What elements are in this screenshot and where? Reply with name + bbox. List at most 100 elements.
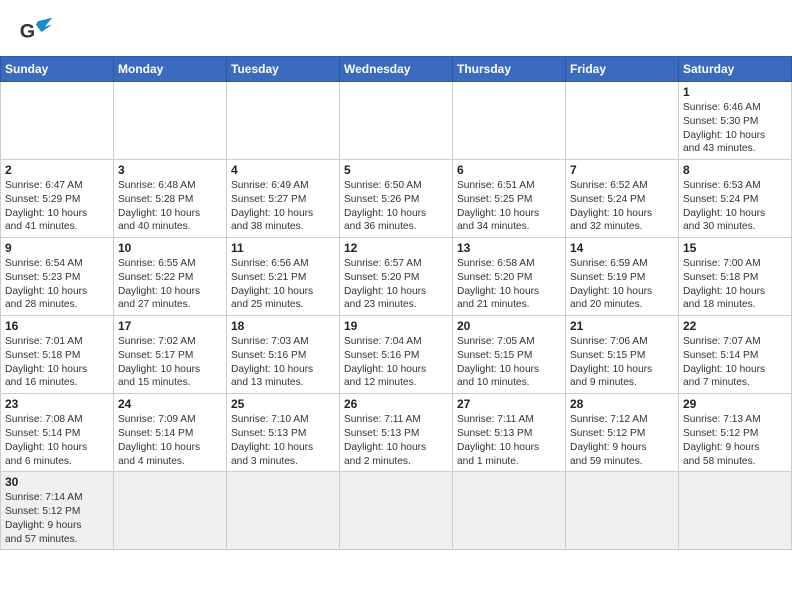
calendar-week-4: 16 Sunrise: 7:01 AM Sunset: 5:18 PM Dayli…: [1, 316, 792, 394]
day-number: 9: [5, 241, 109, 255]
day-number: 14: [570, 241, 674, 255]
calendar-cell: 24Sunrise: 7:09 AM Sunset: 5:14 PM Dayli…: [114, 394, 227, 472]
day-info: Sunrise: 7:13 AM Sunset: 5:12 PM Dayligh…: [683, 413, 787, 468]
calendar-cell: [340, 82, 453, 160]
calendar-cell: 18Sunrise: 7:03 AM Sunset: 5:16 PM Dayli…: [227, 316, 340, 394]
day-number: 26: [344, 397, 448, 411]
page-header: G: [0, 0, 792, 56]
day-number: 23: [5, 397, 109, 411]
day-info: Sunrise: 7:07 AM Sunset: 5:14 PM Dayligh…: [683, 335, 787, 390]
day-info: Sunrise: 7:09 AM Sunset: 5:14 PM Dayligh…: [118, 413, 222, 468]
day-info: Sunrise: 6:57 AM Sunset: 5:20 PM Dayligh…: [344, 257, 448, 312]
calendar-body: 1 Sunrise: 6:46 AM Sunset: 5:30 PM Daylig…: [1, 82, 792, 550]
logo: G: [18, 14, 60, 50]
day-info: Sunrise: 6:59 AM Sunset: 5:19 PM Dayligh…: [570, 257, 674, 312]
calendar-cell: 16 Sunrise: 7:01 AM Sunset: 5:18 PM Dayli…: [1, 316, 114, 394]
day-info: Sunrise: 7:10 AM Sunset: 5:13 PM Dayligh…: [231, 413, 335, 468]
calendar-cell: [566, 82, 679, 160]
calendar-cell: 30Sunrise: 7:14 AM Sunset: 5:12 PM Dayli…: [1, 472, 114, 550]
day-number: 1: [683, 85, 787, 99]
day-number: 2: [5, 163, 109, 177]
day-number: 19: [344, 319, 448, 333]
calendar-cell: [453, 472, 566, 550]
day-info: Sunrise: 7:02 AM Sunset: 5:17 PM Dayligh…: [118, 335, 222, 390]
calendar-table: SundayMondayTuesdayWednesdayThursdayFrid…: [0, 56, 792, 550]
dow-header-thursday: Thursday: [453, 57, 566, 82]
day-info: Sunrise: 6:49 AM Sunset: 5:27 PM Dayligh…: [231, 179, 335, 234]
calendar-week-6: 30Sunrise: 7:14 AM Sunset: 5:12 PM Dayli…: [1, 472, 792, 550]
generalblue-logo-icon: G: [18, 14, 54, 50]
day-number: 8: [683, 163, 787, 177]
day-info: Sunrise: 6:47 AM Sunset: 5:29 PM Dayligh…: [5, 179, 109, 234]
day-info: Sunrise: 7:00 AM Sunset: 5:18 PM Dayligh…: [683, 257, 787, 312]
day-number: 12: [344, 241, 448, 255]
day-number: 27: [457, 397, 561, 411]
calendar-week-1: 1 Sunrise: 6:46 AM Sunset: 5:30 PM Daylig…: [1, 82, 792, 160]
calendar-header: SundayMondayTuesdayWednesdayThursdayFrid…: [1, 57, 792, 82]
dow-header-friday: Friday: [566, 57, 679, 82]
calendar-cell: 11Sunrise: 6:56 AM Sunset: 5:21 PM Dayli…: [227, 238, 340, 316]
calendar-cell: 20 Sunrise: 7:05 AM Sunset: 5:15 PM Dayli…: [453, 316, 566, 394]
day-number: 18: [231, 319, 335, 333]
calendar-cell: 28Sunrise: 7:12 AM Sunset: 5:12 PM Dayli…: [566, 394, 679, 472]
calendar-cell: [227, 472, 340, 550]
calendar-cell: 4Sunrise: 6:49 AM Sunset: 5:27 PM Daylig…: [227, 160, 340, 238]
day-number: 3: [118, 163, 222, 177]
day-info: Sunrise: 6:48 AM Sunset: 5:28 PM Dayligh…: [118, 179, 222, 234]
day-info: Sunrise: 6:56 AM Sunset: 5:21 PM Dayligh…: [231, 257, 335, 312]
day-number: 30: [5, 475, 109, 489]
calendar-cell: 26Sunrise: 7:11 AM Sunset: 5:13 PM Dayli…: [340, 394, 453, 472]
calendar-week-3: 9Sunrise: 6:54 AM Sunset: 5:23 PM Daylig…: [1, 238, 792, 316]
calendar-cell: 5 Sunrise: 6:50 AM Sunset: 5:26 PM Daylig…: [340, 160, 453, 238]
day-number: 7: [570, 163, 674, 177]
calendar-cell: 1 Sunrise: 6:46 AM Sunset: 5:30 PM Daylig…: [679, 82, 792, 160]
day-number: 10: [118, 241, 222, 255]
day-info: Sunrise: 7:12 AM Sunset: 5:12 PM Dayligh…: [570, 413, 674, 468]
calendar-cell: [114, 82, 227, 160]
day-number: 21: [570, 319, 674, 333]
day-info: Sunrise: 7:05 AM Sunset: 5:15 PM Dayligh…: [457, 335, 561, 390]
day-number: 20: [457, 319, 561, 333]
day-number: 25: [231, 397, 335, 411]
calendar-cell: [453, 82, 566, 160]
day-info: Sunrise: 7:06 AM Sunset: 5:15 PM Dayligh…: [570, 335, 674, 390]
day-info: Sunrise: 6:58 AM Sunset: 5:20 PM Dayligh…: [457, 257, 561, 312]
dow-header-tuesday: Tuesday: [227, 57, 340, 82]
calendar-cell: 9Sunrise: 6:54 AM Sunset: 5:23 PM Daylig…: [1, 238, 114, 316]
calendar-week-5: 23 Sunrise: 7:08 AM Sunset: 5:14 PM Dayli…: [1, 394, 792, 472]
day-info: Sunrise: 7:08 AM Sunset: 5:14 PM Dayligh…: [5, 413, 109, 468]
day-info: Sunrise: 7:01 AM Sunset: 5:18 PM Dayligh…: [5, 335, 109, 390]
calendar-cell: [1, 82, 114, 160]
day-info: Sunrise: 7:11 AM Sunset: 5:13 PM Dayligh…: [457, 413, 561, 468]
dow-header-monday: Monday: [114, 57, 227, 82]
calendar-cell: 2 Sunrise: 6:47 AM Sunset: 5:29 PM Daylig…: [1, 160, 114, 238]
dow-header-sunday: Sunday: [1, 57, 114, 82]
day-info: Sunrise: 6:55 AM Sunset: 5:22 PM Dayligh…: [118, 257, 222, 312]
calendar-cell: [566, 472, 679, 550]
day-info: Sunrise: 6:51 AM Sunset: 5:25 PM Dayligh…: [457, 179, 561, 234]
calendar-cell: [679, 472, 792, 550]
calendar-cell: 21 Sunrise: 7:06 AM Sunset: 5:15 PM Dayli…: [566, 316, 679, 394]
dow-header-saturday: Saturday: [679, 57, 792, 82]
calendar-cell: 6 Sunrise: 6:51 AM Sunset: 5:25 PM Daylig…: [453, 160, 566, 238]
calendar-cell: [227, 82, 340, 160]
day-number: 5: [344, 163, 448, 177]
day-number: 15: [683, 241, 787, 255]
day-number: 22: [683, 319, 787, 333]
day-number: 17: [118, 319, 222, 333]
calendar-cell: 13Sunrise: 6:58 AM Sunset: 5:20 PM Dayli…: [453, 238, 566, 316]
day-number: 16: [5, 319, 109, 333]
calendar-cell: [340, 472, 453, 550]
calendar-cell: 12 Sunrise: 6:57 AM Sunset: 5:20 PM Dayli…: [340, 238, 453, 316]
calendar-cell: [114, 472, 227, 550]
day-info: Sunrise: 7:04 AM Sunset: 5:16 PM Dayligh…: [344, 335, 448, 390]
day-number: 6: [457, 163, 561, 177]
dow-header-wednesday: Wednesday: [340, 57, 453, 82]
calendar-cell: 7Sunrise: 6:52 AM Sunset: 5:24 PM Daylig…: [566, 160, 679, 238]
svg-text:G: G: [20, 20, 35, 42]
calendar-cell: 8Sunrise: 6:53 AM Sunset: 5:24 PM Daylig…: [679, 160, 792, 238]
day-info: Sunrise: 6:50 AM Sunset: 5:26 PM Dayligh…: [344, 179, 448, 234]
day-info: Sunrise: 6:46 AM Sunset: 5:30 PM Dayligh…: [683, 101, 787, 156]
days-of-week-row: SundayMondayTuesdayWednesdayThursdayFrid…: [1, 57, 792, 82]
calendar-cell: 14 Sunrise: 6:59 AM Sunset: 5:19 PM Dayli…: [566, 238, 679, 316]
